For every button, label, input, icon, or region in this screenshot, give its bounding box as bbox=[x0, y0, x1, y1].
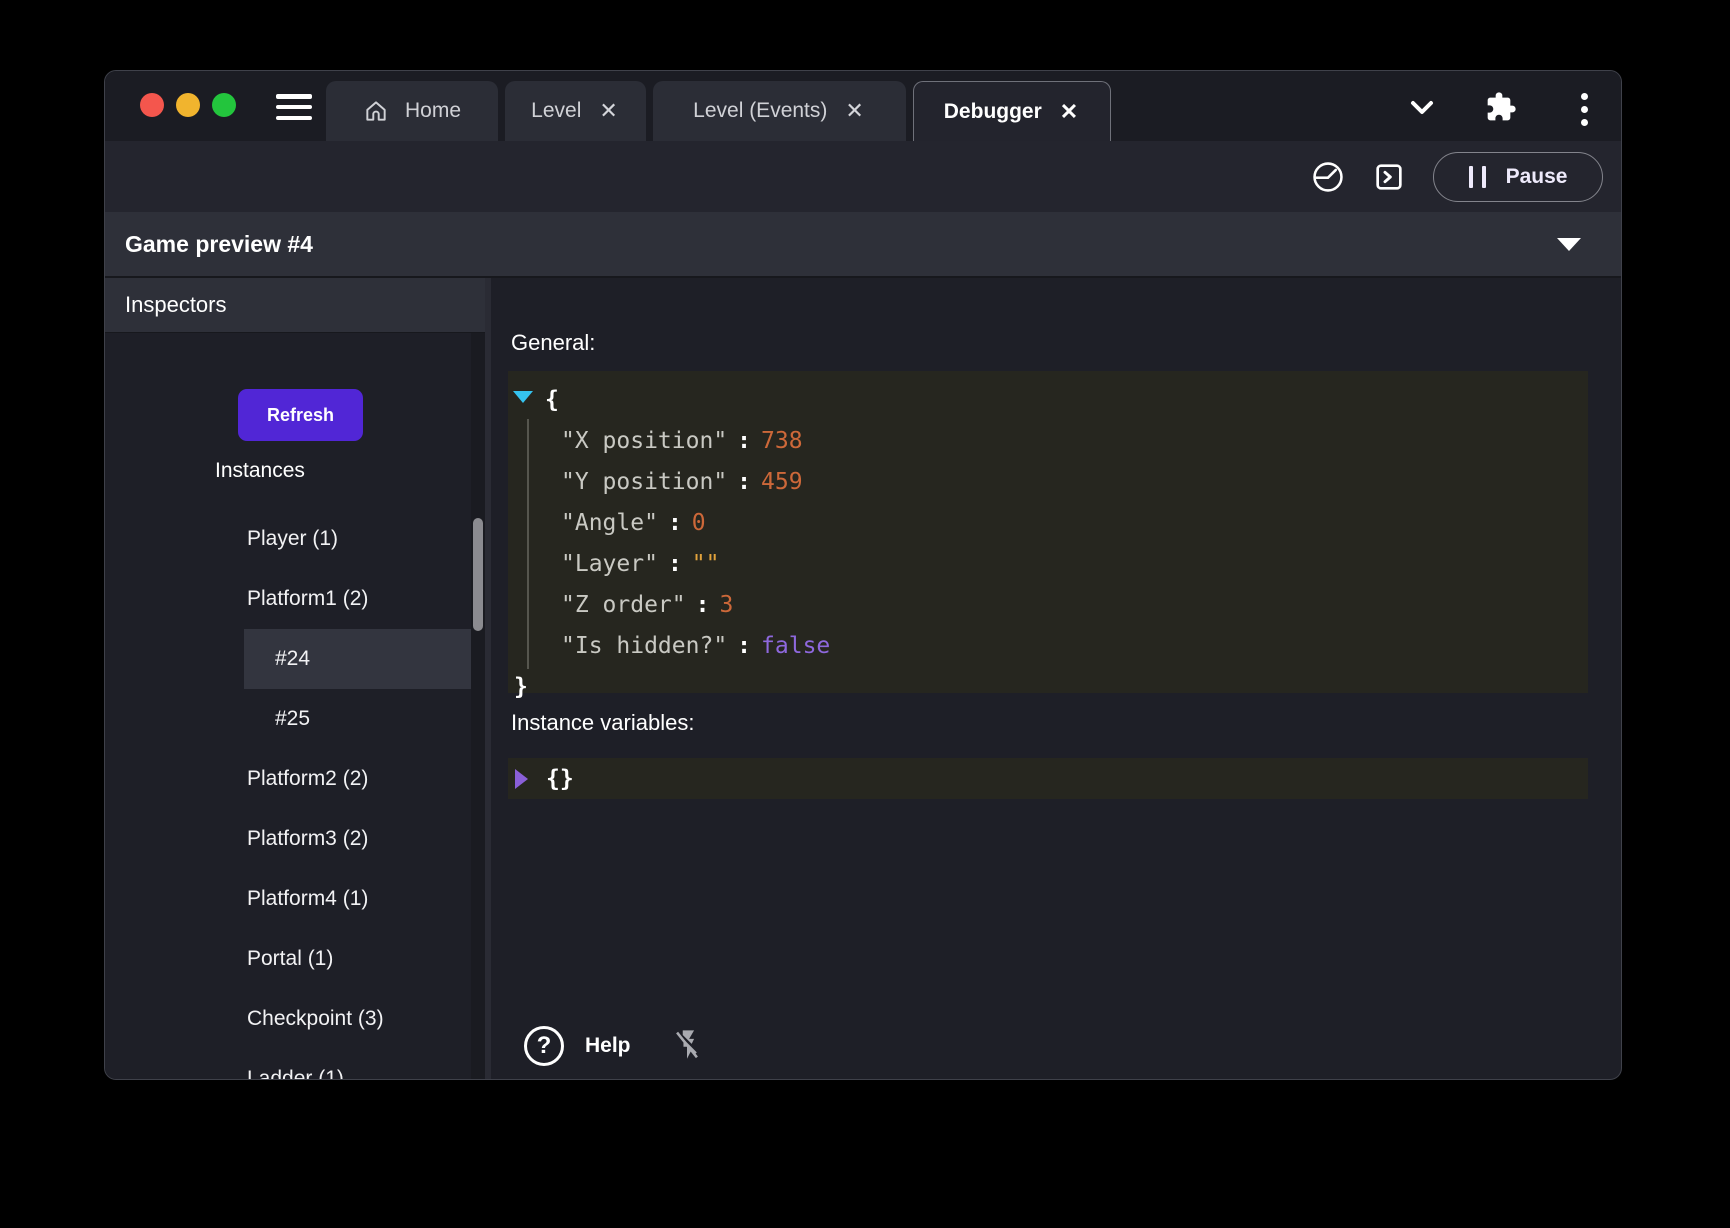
tab-label: Debugger bbox=[944, 100, 1042, 124]
preview-selector[interactable]: Game preview #4 bbox=[105, 212, 1621, 278]
tree-item-platform1[interactable]: Platform1 (2) bbox=[105, 569, 471, 629]
help-row: ? Help bbox=[524, 1026, 704, 1066]
open-brace: { bbox=[545, 387, 559, 413]
json-row-is-hidden: "Is hidden?":false bbox=[508, 625, 1588, 666]
close-tab-icon[interactable]: ✕ bbox=[843, 98, 865, 124]
json-value[interactable]: "" bbox=[692, 551, 720, 577]
dropdown-arrow-icon bbox=[1557, 238, 1581, 251]
tab-label: Level bbox=[531, 99, 581, 123]
expand-node-icon[interactable] bbox=[515, 769, 528, 789]
instances-root-item[interactable]: Instances bbox=[215, 459, 305, 483]
tree-item-portal[interactable]: Portal (1) bbox=[105, 929, 471, 989]
tree-item-player[interactable]: Player (1) bbox=[105, 509, 471, 569]
collapsed-object: {} bbox=[546, 766, 574, 792]
inspectors-title: Inspectors bbox=[125, 292, 227, 318]
home-icon bbox=[363, 98, 389, 124]
tree-item-checkpoint[interactable]: Checkpoint (3) bbox=[105, 989, 471, 1049]
tree-item-instance-24[interactable]: #24 bbox=[244, 629, 471, 689]
tree-item-platform4[interactable]: Platform4 (1) bbox=[105, 869, 471, 929]
tree-guide-line bbox=[527, 419, 529, 669]
json-value[interactable]: 0 bbox=[692, 510, 706, 536]
inspector-panel: General: { "X position":738 "Y position"… bbox=[491, 278, 1621, 1079]
debugger-content: Inspectors Refresh Instances Player (1) … bbox=[105, 278, 1621, 1079]
tree-item-platform3[interactable]: Platform3 (2) bbox=[105, 809, 471, 869]
close-brace: } bbox=[514, 674, 528, 700]
inspectors-body: Refresh Instances Player (1) Platform1 (… bbox=[105, 333, 485, 1079]
tree-item-ladder[interactable]: Ladder (1) bbox=[105, 1049, 471, 1079]
json-row-z-order: "Z order":3 bbox=[508, 584, 1588, 625]
tab-level[interactable]: Level ✕ bbox=[505, 81, 646, 141]
console-icon[interactable] bbox=[1373, 161, 1405, 193]
more-options-icon[interactable] bbox=[1575, 91, 1594, 128]
pause-button[interactable]: Pause bbox=[1433, 152, 1603, 202]
extensions-puzzle-icon[interactable] bbox=[1485, 91, 1517, 123]
tab-level-events[interactable]: Level (Events) ✕ bbox=[653, 81, 906, 141]
minimize-window-button[interactable] bbox=[176, 93, 200, 117]
refresh-button[interactable]: Refresh bbox=[238, 389, 363, 441]
inspectors-sidebar: Inspectors Refresh Instances Player (1) … bbox=[105, 278, 485, 1079]
collapse-node-icon[interactable] bbox=[513, 391, 533, 403]
json-row-y-position: "Y position":459 bbox=[508, 461, 1588, 502]
maximize-window-button[interactable] bbox=[212, 93, 236, 117]
sidebar-scrollbar-thumb[interactable] bbox=[473, 518, 483, 631]
flash-off-icon[interactable] bbox=[670, 1026, 704, 1066]
json-row-x-position: "X position":738 bbox=[508, 420, 1588, 461]
chevron-down-icon[interactable] bbox=[1405, 95, 1439, 119]
tab-label: Level (Events) bbox=[693, 99, 827, 123]
desktop-background: Home Level ✕ Level (Events) ✕ Debugger ✕ bbox=[0, 0, 1730, 1228]
preview-title: Game preview #4 bbox=[125, 231, 313, 258]
inspectors-header: Inspectors bbox=[105, 278, 485, 333]
help-label[interactable]: Help bbox=[585, 1034, 631, 1058]
general-section-label: General: bbox=[511, 330, 595, 356]
json-value[interactable]: false bbox=[761, 633, 830, 659]
json-row-layer: "Layer":"" bbox=[508, 543, 1588, 584]
json-value[interactable]: 3 bbox=[719, 592, 733, 618]
variables-json-viewer: {} bbox=[508, 758, 1588, 799]
tree-item-instance-25[interactable]: #25 bbox=[105, 689, 471, 749]
profiler-gauge-icon[interactable] bbox=[1311, 160, 1345, 194]
menu-icon[interactable] bbox=[276, 94, 312, 120]
debugger-toolbar: Pause bbox=[105, 141, 1621, 212]
close-window-button[interactable] bbox=[140, 93, 164, 117]
instances-tree: Player (1) Platform1 (2) #24 #25 Platfor… bbox=[105, 509, 471, 1079]
pause-icon bbox=[1469, 166, 1486, 188]
app-window: Home Level ✕ Level (Events) ✕ Debugger ✕ bbox=[104, 70, 1622, 1080]
tab-label: Home bbox=[405, 99, 461, 123]
help-icon[interactable]: ? bbox=[524, 1026, 564, 1066]
tab-debugger[interactable]: Debugger ✕ bbox=[913, 81, 1111, 141]
general-json-viewer: { "X position":738 "Y position":459 "Ang… bbox=[508, 371, 1588, 693]
pause-label: Pause bbox=[1506, 165, 1568, 189]
json-value[interactable]: 459 bbox=[761, 469, 803, 495]
sidebar-scrollbar-track[interactable] bbox=[471, 333, 485, 1079]
instance-variables-label: Instance variables: bbox=[511, 710, 694, 736]
titlebar: Home Level ✕ Level (Events) ✕ Debugger ✕ bbox=[105, 71, 1621, 141]
tab-home[interactable]: Home bbox=[326, 81, 498, 141]
close-tab-icon[interactable]: ✕ bbox=[1058, 99, 1080, 125]
json-row-angle: "Angle":0 bbox=[508, 502, 1588, 543]
json-value[interactable]: 738 bbox=[761, 428, 803, 454]
close-tab-icon[interactable]: ✕ bbox=[597, 98, 619, 124]
window-controls bbox=[140, 93, 236, 117]
tab-bar: Home Level ✕ Level (Events) ✕ Debugger ✕ bbox=[326, 81, 1111, 141]
tree-item-platform2[interactable]: Platform2 (2) bbox=[105, 749, 471, 809]
